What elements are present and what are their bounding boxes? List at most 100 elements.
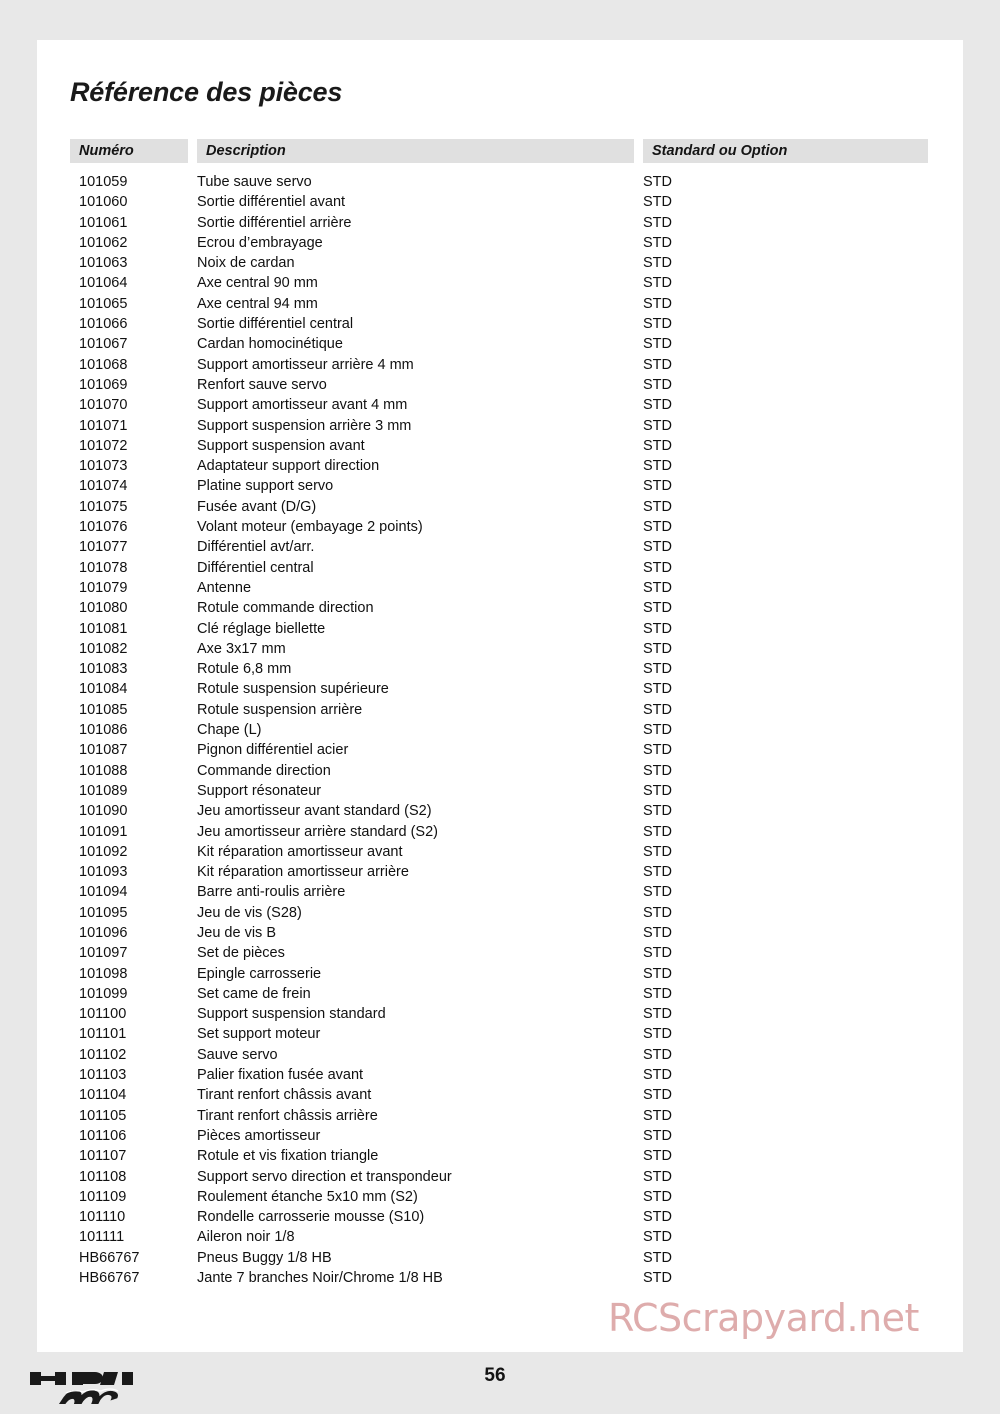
cell-description: Roulement étanche 5x10 mm (S2) xyxy=(197,1188,418,1205)
table-row: 101107 Rotule et vis fixation triangle STD xyxy=(70,1148,928,1168)
cell-description: Jeu de vis B xyxy=(197,924,276,941)
cell-part-number: 101107 xyxy=(79,1148,127,1165)
cell-description: Axe 3x17 mm xyxy=(197,640,286,657)
cell-standard-or-option: STD xyxy=(643,478,672,495)
document-page: Référence des pièces Numéro Description … xyxy=(37,40,963,1352)
cell-standard-or-option: STD xyxy=(643,782,672,799)
page-number: 56 xyxy=(484,1365,506,1386)
cell-description: Support suspension standard xyxy=(197,1006,386,1023)
cell-description: Différentiel central xyxy=(197,559,314,576)
table-row: HB66767 Pneus Buggy 1/8 HB STD xyxy=(70,1250,928,1270)
table-row: 101109 Roulement étanche 5x10 mm (S2) STD xyxy=(70,1189,928,1209)
watermark: RCScrapyard.net xyxy=(608,1296,919,1340)
cell-description: Epingle carrosserie xyxy=(197,965,322,982)
cell-part-number: 101065 xyxy=(79,295,128,312)
cell-description: Jeu amortisseur avant standard (S2) xyxy=(197,803,432,820)
table-row: 101072 Support suspension avant STD xyxy=(70,438,928,458)
cell-part-number: 101083 xyxy=(79,661,128,678)
column-divider xyxy=(634,139,643,163)
table-row: 101089 Support résonateur STD xyxy=(70,783,928,803)
cell-description: Pneus Buggy 1/8 HB xyxy=(197,1249,332,1266)
table-row: 101060 Sortie différentiel avant STD xyxy=(70,194,928,214)
cell-description: Support suspension avant xyxy=(197,437,365,454)
column-header-standard-ou-option: Standard ou Option xyxy=(643,139,928,163)
cell-standard-or-option: STD xyxy=(643,722,672,739)
cell-description: Support servo direction et transpondeur xyxy=(197,1168,452,1185)
cell-description: Pignon différentiel acier xyxy=(197,742,349,759)
cell-description: Jeu de vis (S28) xyxy=(197,904,302,921)
cell-standard-or-option: STD xyxy=(643,1046,672,1063)
cell-part-number: 101072 xyxy=(79,437,128,454)
cell-description: Barre anti-roulis arrière xyxy=(197,884,346,901)
cell-standard-or-option: STD xyxy=(643,1270,672,1287)
cell-part-number: 101095 xyxy=(79,904,128,921)
cell-part-number: 101109 xyxy=(79,1188,127,1205)
cell-part-number: 101087 xyxy=(79,742,128,759)
cell-standard-or-option: STD xyxy=(643,194,672,211)
cell-standard-or-option: STD xyxy=(643,519,672,536)
cell-standard-or-option: STD xyxy=(643,1229,672,1246)
cell-description: Rotule suspension arrière xyxy=(197,701,363,718)
table-row: 101079 Antenne STD xyxy=(70,580,928,600)
cell-description: Tirant renfort châssis avant xyxy=(197,1087,372,1104)
page-title: Référence des pièces xyxy=(70,77,343,107)
cell-description: Chape (L) xyxy=(197,722,262,739)
cell-standard-or-option: STD xyxy=(643,1168,672,1185)
cell-description: Palier fixation fusée avant xyxy=(197,1067,364,1084)
cell-standard-or-option: STD xyxy=(643,762,672,779)
cell-description: Aileron noir 1/8 xyxy=(197,1229,295,1246)
cell-standard-or-option: STD xyxy=(643,864,672,881)
cell-part-number: 101094 xyxy=(79,884,128,901)
table-row: 101097 Set de pièces STD xyxy=(70,945,928,965)
cell-standard-or-option: STD xyxy=(643,498,672,515)
cell-part-number: 101073 xyxy=(79,458,128,475)
cell-standard-or-option: STD xyxy=(643,356,672,373)
cell-part-number: 101097 xyxy=(79,945,128,962)
column-header-description: Description xyxy=(197,139,634,163)
cell-part-number: 101090 xyxy=(79,803,128,820)
cell-standard-or-option: STD xyxy=(643,376,672,393)
cell-description: Rotule suspension supérieure xyxy=(197,681,389,698)
table-row: 101081 Clé réglage biellette STD xyxy=(70,621,928,641)
cell-description: Antenne xyxy=(197,579,252,596)
cell-standard-or-option: STD xyxy=(643,295,672,312)
cell-standard-or-option: STD xyxy=(643,945,672,962)
table-row: 101074 Platine support servo STD xyxy=(70,478,928,498)
table-row: 101088 Commande direction STD xyxy=(70,763,928,783)
cell-standard-or-option: STD xyxy=(643,1067,672,1084)
cell-part-number: 101077 xyxy=(79,539,128,556)
cell-description: Kit réparation amortisseur arrière xyxy=(197,864,409,881)
cell-part-number: 101091 xyxy=(79,823,128,840)
cell-description: Kit réparation amortisseur avant xyxy=(197,843,403,860)
cell-part-number: 101059 xyxy=(79,174,128,190)
cell-part-number: 101102 xyxy=(79,1046,127,1063)
cell-description: Volant moteur (embayage 2 points) xyxy=(197,519,423,536)
cell-standard-or-option: STD xyxy=(643,579,672,596)
cell-standard-or-option: STD xyxy=(643,640,672,657)
table-row: 101091 Jeu amortisseur arrière standard (… xyxy=(70,824,928,844)
table-row: 101071 Support suspension arrière 3 mm STD xyxy=(70,418,928,438)
table-row: 101061 Sortie différentiel arrière STD xyxy=(70,215,928,235)
cell-standard-or-option: STD xyxy=(643,174,672,190)
cell-part-number: 101088 xyxy=(79,762,128,779)
table-row: 101098 Epingle carrosserie STD xyxy=(70,966,928,986)
table-row: 101092 Kit réparation amortisseur avant ST… xyxy=(70,844,928,864)
table-row: 101087 Pignon différentiel acier STD xyxy=(70,742,928,762)
cell-description: Sortie différentiel avant xyxy=(197,194,346,211)
table-row: 101108 Support servo direction et transpo… xyxy=(70,1169,928,1189)
table-row: 101059 Tube sauve servo STD xyxy=(70,174,928,194)
cell-part-number: 101071 xyxy=(79,417,128,434)
cell-standard-or-option: STD xyxy=(643,437,672,454)
cell-standard-or-option: STD xyxy=(643,397,672,414)
cell-part-number: 101086 xyxy=(79,722,128,739)
cell-part-number: 101110 xyxy=(79,1209,126,1226)
table-row: 101095 Jeu de vis (S28) STD xyxy=(70,905,928,925)
table-row: 101075 Fusée avant (D/G) STD xyxy=(70,499,928,519)
cell-part-number: 101078 xyxy=(79,559,128,576)
cell-standard-or-option: STD xyxy=(643,1209,672,1226)
table-row: 101078 Différentiel central STD xyxy=(70,560,928,580)
cell-description: Support résonateur xyxy=(197,782,322,799)
cell-part-number: 101081 xyxy=(79,620,128,637)
cell-description: Cardan homocinétique xyxy=(197,336,343,353)
cell-part-number: 101101 xyxy=(79,1026,127,1043)
